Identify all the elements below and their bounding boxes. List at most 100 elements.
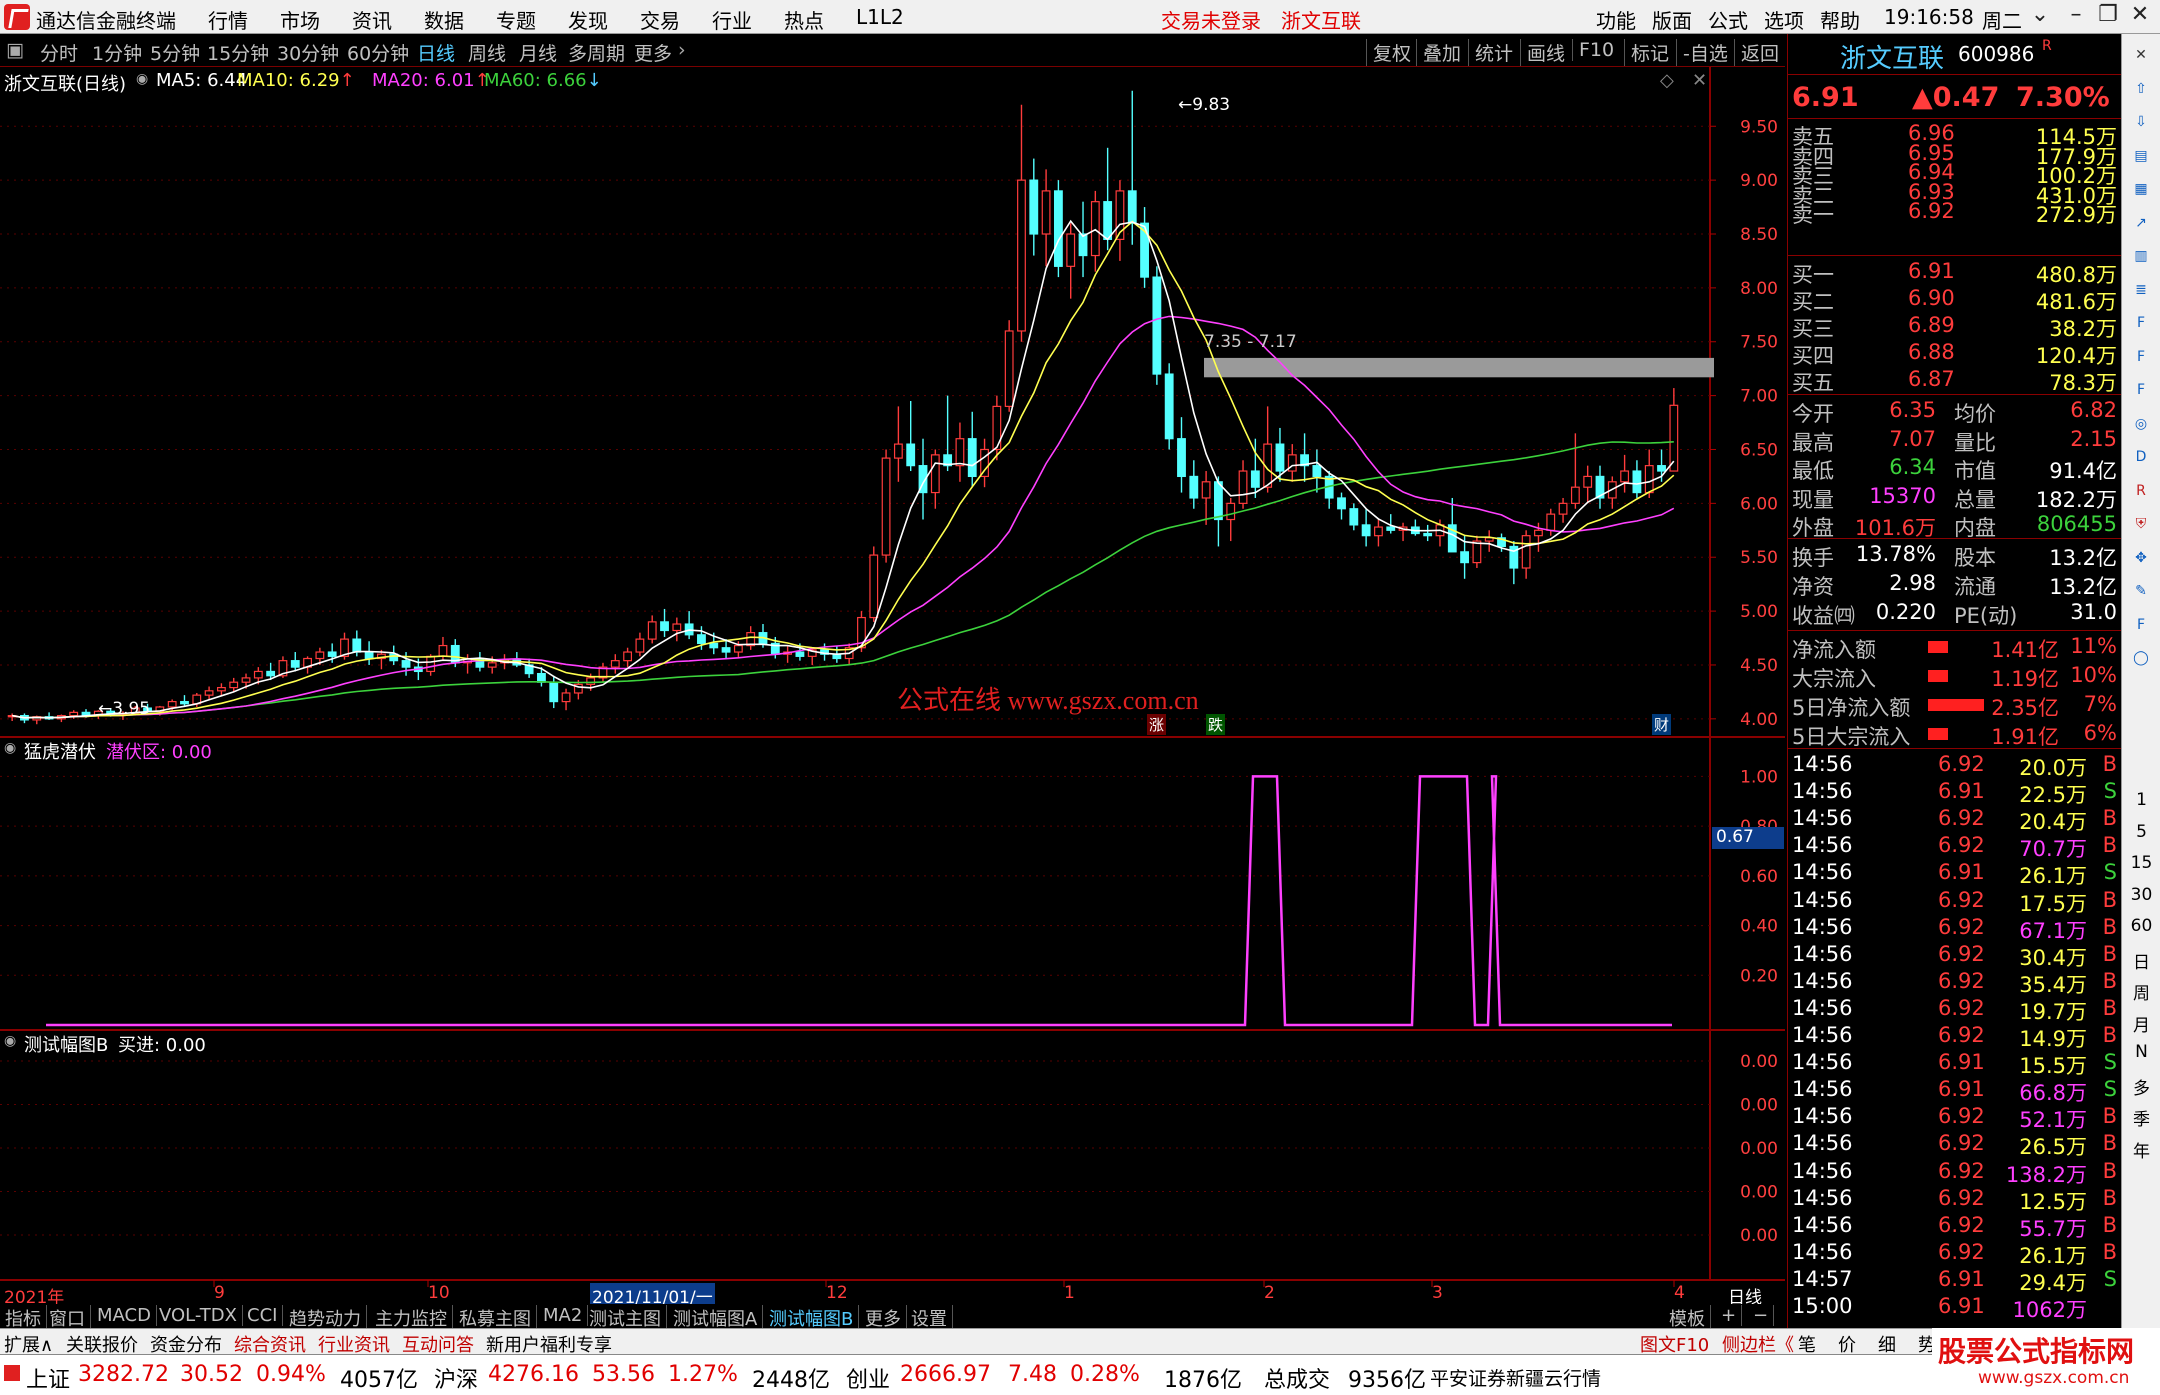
tab-ma2[interactable]: MA2 [538, 1305, 589, 1326]
news-icon[interactable]: ▤ [2128, 143, 2154, 169]
menu-item-hangqing[interactable]: 行情 [208, 5, 248, 34]
chart-close-icon[interactable]: ✕ [1692, 70, 1707, 91]
zoom-out-button[interactable]: − [1748, 1305, 1775, 1326]
fs-icon[interactable]: F [2128, 377, 2154, 403]
menu-item-l1l2[interactable]: L1L2 [856, 5, 904, 29]
tick-volume: 26.1万 [2019, 864, 2087, 889]
up-icon[interactable]: ⇧ [2128, 76, 2154, 102]
marker-cai[interactable]: 财 [1652, 714, 1672, 735]
menu-item-zixun[interactable]: 资讯 [352, 5, 392, 34]
sidebar-period-3[interactable]: 30 [2122, 885, 2160, 905]
zoom-in-button[interactable]: + [1716, 1305, 1743, 1326]
dde-icon[interactable]: D [2128, 444, 2154, 470]
close-icon[interactable]: ✕ [2128, 42, 2154, 68]
chevron-right-icon[interactable]: › [678, 39, 686, 61]
ma-settings-icon[interactable]: ◉ [136, 71, 148, 87]
kline-chart[interactable]: 4.00 4.50 5.00 5.50 6.00 6.50 7.00 7.50 8.00 8.50… [0, 67, 1785, 1304]
indicator2-settings-icon[interactable]: ◉ [4, 1033, 16, 1049]
period-1min[interactable]: 1分钟 [92, 39, 142, 66]
period-5min[interactable]: 5分钟 [150, 39, 200, 66]
tab-cci[interactable]: CCI [242, 1305, 284, 1326]
move-icon[interactable]: ✥ [2128, 545, 2154, 571]
menu-item-shuju[interactable]: 数据 [424, 5, 464, 34]
tab-vol[interactable]: VOL-TDX [154, 1305, 243, 1326]
tiger-zone-line [46, 775, 1672, 1027]
close-window-icon[interactable]: ✕ [2124, 2, 2156, 32]
period-15min[interactable]: 15分钟 [207, 39, 269, 66]
marker-zhang[interactable]: 涨 [1147, 714, 1167, 735]
broker-name[interactable]: 平安证券新疆云行情 [1430, 1364, 1601, 1391]
period-30min[interactable]: 30分钟 [277, 39, 339, 66]
sidebar-period-11[interactable]: 年 [2122, 1137, 2160, 1162]
sidebar-period-8[interactable]: N [2122, 1042, 2160, 1062]
menu-item-zhuanti[interactable]: 专题 [496, 5, 536, 34]
back-button[interactable]: 返回 [1734, 39, 1779, 66]
draw-button[interactable]: 画线 [1520, 39, 1565, 66]
f5-icon[interactable]: F [2128, 612, 2154, 638]
rsi-icon[interactable]: R [2128, 478, 2154, 504]
tick-time: 14:56 [1792, 1239, 1853, 1264]
index-cy-name[interactable]: 创业 [846, 1362, 890, 1394]
period-toolbar: ▣ 分时 1分钟 5分钟 15分钟 30分钟 60分钟 日线 周线 月线 多周期… [0, 34, 1785, 67]
sidebar-period-4[interactable]: 60 [2122, 916, 2160, 936]
index-sh-name[interactable]: 上证 [26, 1362, 70, 1394]
index-hs-name[interactable]: 沪深 [434, 1362, 478, 1394]
pen-icon[interactable]: ✎ [2128, 578, 2154, 604]
fuquan-button[interactable]: 复权 [1366, 39, 1411, 66]
sidebar-period-6[interactable]: 周 [2122, 979, 2160, 1004]
chart-line-icon[interactable]: ↗ [2128, 210, 2154, 236]
index-cy-chg: 7.48 [1008, 1362, 1057, 1387]
f10-button[interactable]: F10 [1572, 39, 1614, 61]
period-monthly[interactable]: 月线 [519, 39, 557, 66]
indicator-settings-icon[interactable]: ◉ [4, 740, 16, 756]
period-multi[interactable]: 多周期 [568, 39, 625, 66]
list-icon[interactable]: ≣ [2128, 277, 2154, 303]
shield-icon[interactable]: ⛨ [2128, 511, 2154, 537]
overlay-button[interactable]: 叠加 [1416, 39, 1461, 66]
menu-item-jiaoyi[interactable]: 交易 [640, 5, 680, 34]
menu-item-gongneng[interactable]: 功能 [1596, 5, 1636, 34]
period-fenshi[interactable]: 分时 [40, 39, 78, 66]
sidebar-period-7[interactable]: 月 [2122, 1011, 2160, 1036]
menu-item-hangye[interactable]: 行业 [712, 5, 752, 34]
candle-icon[interactable]: ▥ [2128, 243, 2154, 269]
sidebar-period-2[interactable]: 15 [2122, 853, 2160, 873]
trade-login-status[interactable]: 交易未登录 [1161, 5, 1261, 34]
sidebar-period-5[interactable]: 日 [2122, 948, 2160, 973]
sidebar-period-9[interactable]: 多 [2122, 1074, 2160, 1099]
tick-volume: 12.5万 [2019, 1189, 2087, 1214]
marker-die[interactable]: 跌 [1206, 714, 1226, 735]
down-icon[interactable]: ⇩ [2128, 109, 2154, 135]
menu-item-xuanxiang[interactable]: 选项 [1764, 5, 1804, 34]
f10-icon[interactable]: F [2128, 310, 2154, 336]
sidebar-period-10[interactable]: 季 [2122, 1105, 2160, 1130]
menu-item-shichang[interactable]: 市场 [280, 5, 320, 34]
ring-icon[interactable]: ◯ [2128, 645, 2154, 671]
menu-toggle-icon[interactable]: ⌄ [2024, 2, 2056, 32]
watermark-text: 公式在线 www.gszx.com.cn [897, 686, 1199, 715]
stats-button[interactable]: 统计 [1468, 39, 1513, 66]
chart-diamond-icon[interactable]: ◇ [1660, 70, 1674, 91]
mark-button[interactable]: 标记 [1624, 39, 1669, 66]
menu-item-banmian[interactable]: 版面 [1652, 5, 1692, 34]
sidebar-period-0[interactable]: 1 [2122, 790, 2160, 810]
period-more[interactable]: 更多 [634, 39, 672, 66]
indicator2-value: 买进: 0.00 [118, 1035, 206, 1056]
circle-icon[interactable]: ◎ [2128, 411, 2154, 437]
menu-item-redian[interactable]: 热点 [784, 5, 824, 34]
panel-toggle-icon[interactable]: ▣ [6, 39, 24, 61]
minimize-icon[interactable]: – [2060, 2, 2092, 32]
menu-item-faxian[interactable]: 发现 [568, 5, 608, 34]
tick-time: 14:56 [1792, 941, 1853, 966]
menu-item-bangzhu[interactable]: 帮助 [1820, 5, 1860, 34]
menu-item-gongshi[interactable]: 公式 [1708, 5, 1748, 34]
period-60min[interactable]: 60分钟 [347, 39, 409, 66]
f2-icon[interactable]: F [2128, 344, 2154, 370]
remove-favorite-button[interactable]: -自选 [1676, 39, 1728, 66]
tab-macd[interactable]: MACD [92, 1305, 157, 1326]
period-daily[interactable]: 日线 [417, 39, 455, 66]
table-icon[interactable]: ▦ [2128, 176, 2154, 202]
sidebar-period-1[interactable]: 5 [2122, 822, 2160, 842]
restore-icon[interactable]: ❐ [2092, 2, 2124, 32]
period-weekly[interactable]: 周线 [468, 39, 506, 66]
